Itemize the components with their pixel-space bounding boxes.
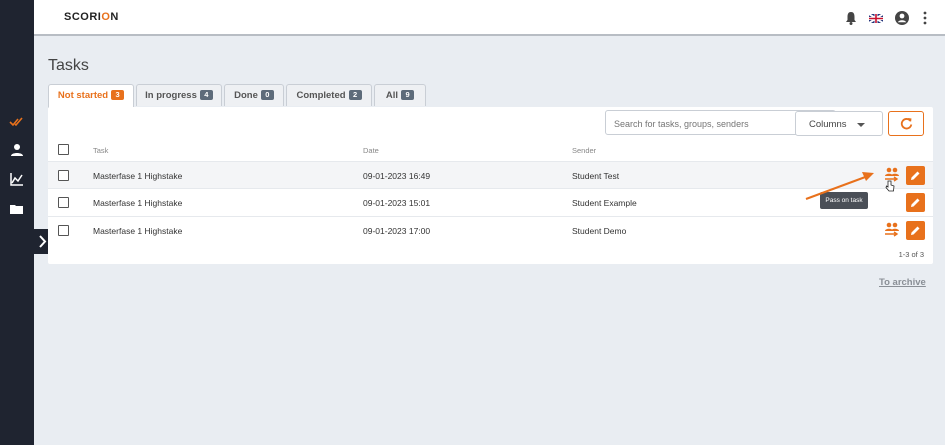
columns-dropdown[interactable]: Columns	[795, 111, 883, 136]
edit-task-button[interactable]	[906, 166, 925, 185]
sender-cell: Student Test	[572, 171, 620, 181]
pencil-icon	[911, 198, 920, 207]
tab-completed[interactable]: Completed 2	[286, 84, 372, 106]
table-row[interactable]: Masterfase 1 Highstake 09-01-2023 15:01 …	[48, 188, 933, 216]
tab-in-progress[interactable]: In progress 4	[136, 84, 222, 106]
row-checkbox[interactable]	[58, 170, 69, 181]
tab-count-badge: 4	[199, 90, 213, 100]
tab-done[interactable]: Done 0	[224, 84, 284, 106]
pencil-icon	[911, 171, 920, 180]
pagination-text: 1-3 of 3	[898, 250, 924, 259]
refresh-button[interactable]	[888, 111, 924, 136]
pass-on-task-tooltip: Pass on task	[820, 192, 868, 209]
date-cell: 09-01-2023 17:00	[363, 226, 431, 236]
date-cell: 09-01-2023 15:01	[363, 198, 431, 208]
sender-cell: Student Demo	[572, 226, 627, 236]
uk-flag-icon[interactable]	[868, 10, 884, 26]
pencil-icon	[911, 226, 920, 235]
account-icon[interactable]	[894, 10, 910, 26]
tab-count-badge: 0	[260, 90, 274, 100]
task-cell: Masterfase 1 Highstake	[93, 198, 183, 208]
row-checkbox[interactable]	[58, 197, 69, 208]
edit-task-button[interactable]	[906, 221, 925, 240]
date-cell: 09-01-2023 16:49	[363, 171, 431, 181]
tab-label: In progress	[145, 90, 197, 101]
tab-not-started[interactable]: Not started 3	[48, 84, 134, 108]
table-header: Task Date Sender	[48, 143, 933, 161]
search-input[interactable]	[612, 115, 806, 132]
tab-label: Done	[234, 90, 258, 101]
table-row[interactable]: Masterfase 1 Highstake 09-01-2023 17:00 …	[48, 216, 933, 244]
columns-label: Columns	[809, 119, 847, 130]
column-header-task[interactable]: Task	[93, 146, 108, 155]
bell-icon[interactable]	[843, 10, 859, 26]
app-logo[interactable]: SCORION	[64, 11, 119, 23]
chevron-down-icon	[857, 123, 865, 127]
row-checkbox[interactable]	[58, 225, 69, 236]
pass-on-task-icon[interactable]	[882, 221, 902, 239]
table-row[interactable]: Masterfase 1 Highstake 09-01-2023 16:49 …	[48, 161, 933, 189]
task-cell: Masterfase 1 Highstake	[93, 226, 183, 236]
to-archive-link[interactable]: To archive	[879, 277, 926, 288]
page-title: Tasks	[48, 57, 89, 74]
refresh-icon	[900, 118, 913, 130]
tasks-card: Columns Task Date Sender Masterfase 1 Hi…	[48, 107, 933, 264]
tab-label: Completed	[296, 90, 346, 101]
chart-icon[interactable]	[9, 171, 25, 187]
sidebar	[0, 0, 34, 445]
tab-count-badge: 9	[401, 90, 415, 100]
edit-task-button[interactable]	[906, 193, 925, 212]
hand-cursor-icon	[885, 180, 895, 192]
tab-all[interactable]: All 9	[374, 84, 426, 106]
double-check-icon[interactable]	[9, 114, 25, 130]
user-icon[interactable]	[9, 142, 25, 158]
tab-count-badge: 2	[348, 90, 362, 100]
tab-count-badge: 3	[111, 90, 125, 100]
folder-icon[interactable]	[9, 201, 25, 217]
more-vertical-icon[interactable]	[917, 10, 933, 26]
task-cell: Masterfase 1 Highstake	[93, 171, 183, 181]
column-header-date[interactable]: Date	[363, 146, 379, 155]
select-all-checkbox[interactable]	[58, 144, 69, 155]
column-header-sender[interactable]: Sender	[572, 146, 596, 155]
tab-label: Not started	[57, 90, 109, 101]
top-bar: SCORION	[34, 0, 945, 36]
sender-cell: Student Example	[572, 198, 637, 208]
tab-label: All	[385, 90, 399, 101]
